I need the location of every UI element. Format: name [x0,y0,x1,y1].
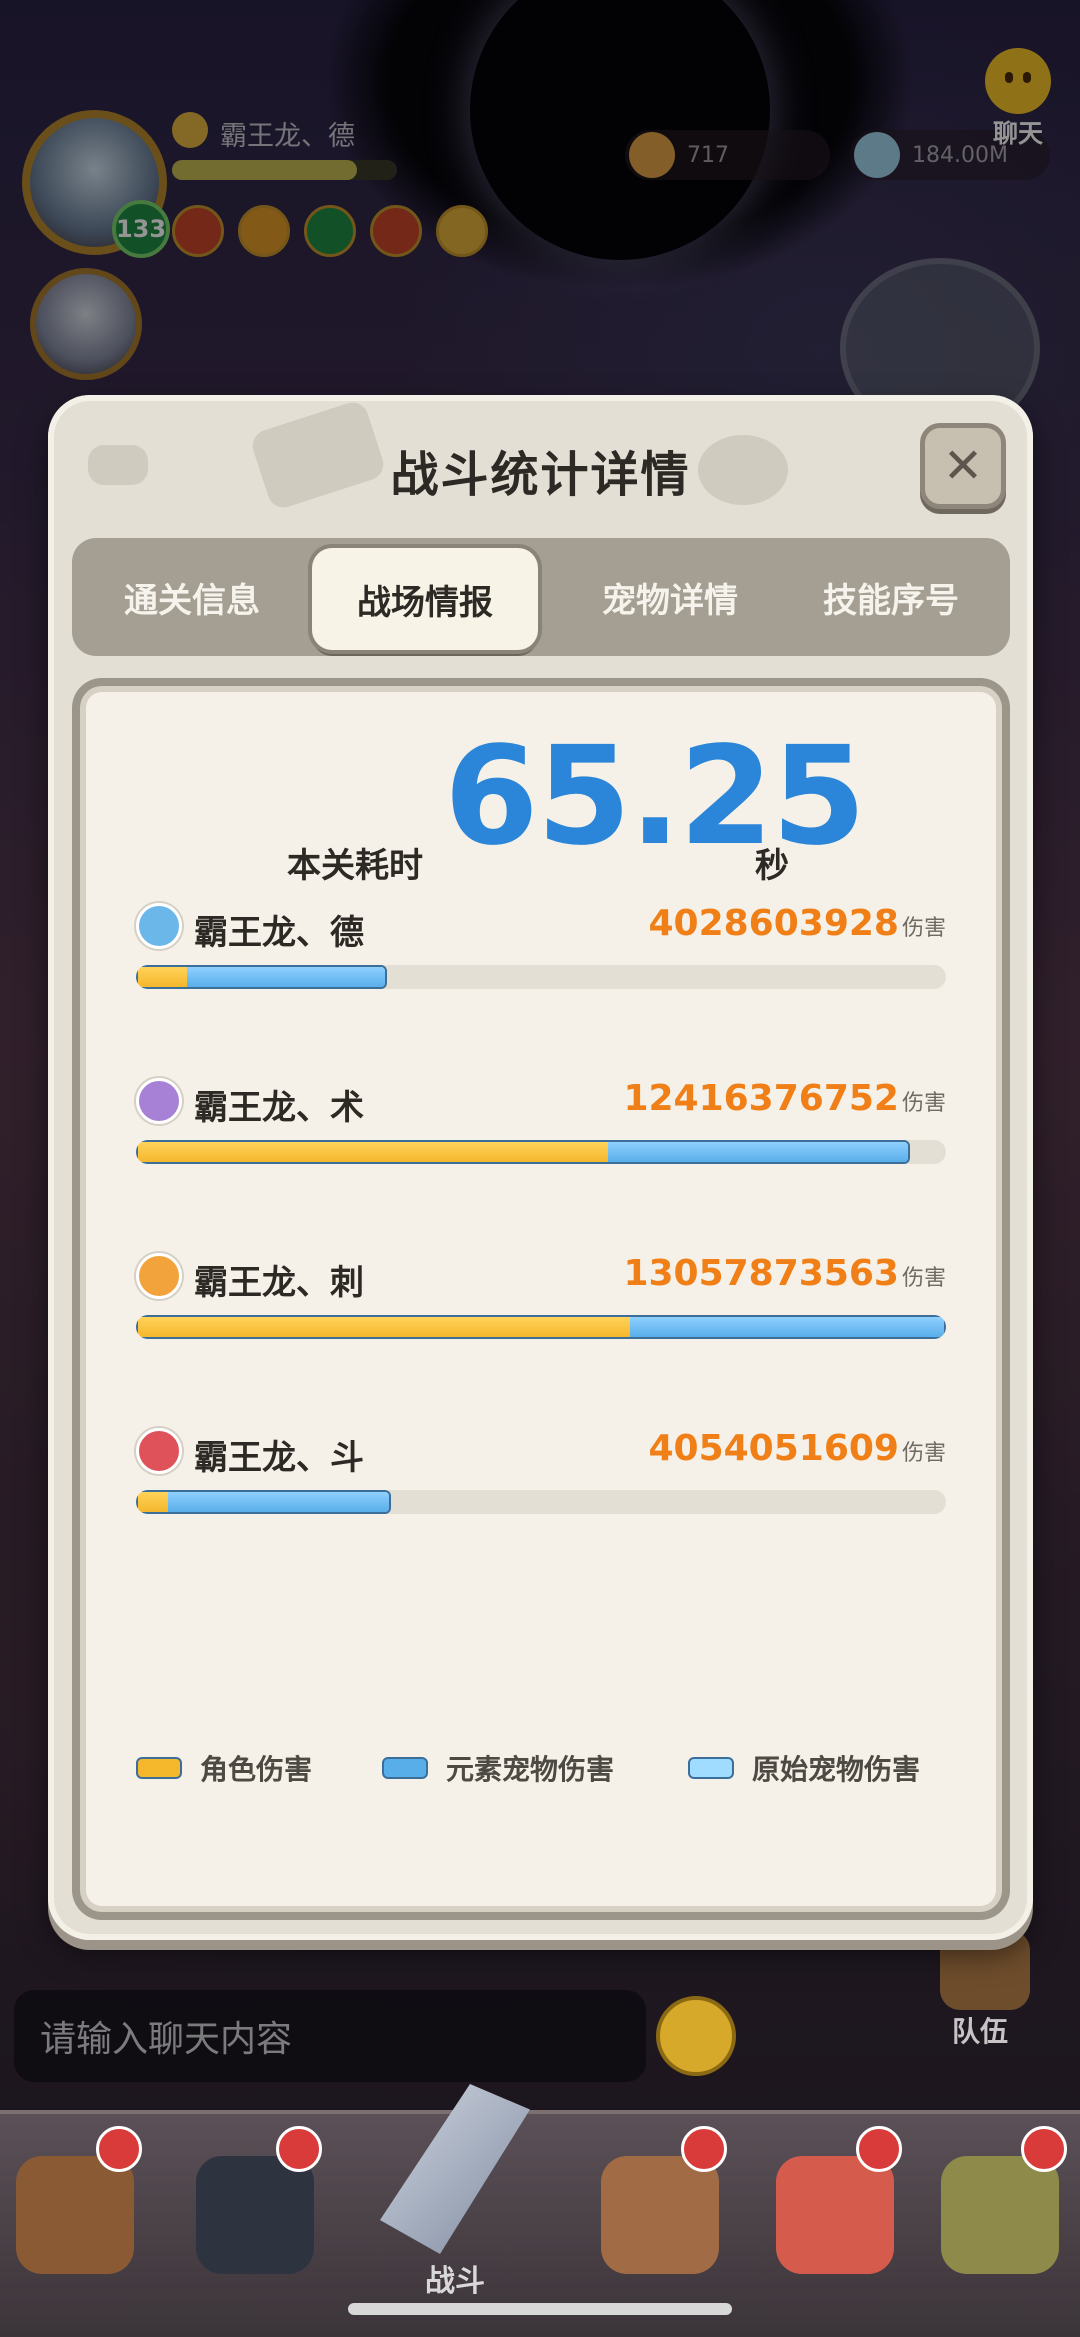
damage-bar-track [136,965,946,989]
modal-title: 战斗统计详情 [390,447,691,503]
damage-bar [136,1490,391,1514]
character-damage-segment [138,967,188,987]
emoji-button[interactable] [656,1996,736,2076]
hero-name: 霸王龙、德 [194,913,364,953]
tab-bar: 通关信息 战场情报 宠物详情 技能序号 [72,538,1010,656]
nav-hero[interactable] [180,2126,330,2306]
damage-value: 12416376752 [623,1078,899,1119]
tab-pet-details[interactable]: 宠物详情 [550,538,790,656]
nav-dwarf[interactable] [585,2126,735,2306]
sword-icon [380,2084,530,2254]
battle-stats-modal: 战斗统计详情 ✕ 通关信息 战场情报 宠物详情 技能序号 本关耗时 65.25 … [48,395,1033,1940]
element-pet-damage-segment [168,1492,389,1512]
character-damage-segment [138,1492,169,1512]
damage-bar [136,1315,946,1339]
legend-swatch [382,1757,428,1779]
fire-element-icon [136,1253,182,1299]
element-pet-damage-segment [629,1317,944,1337]
cat-portrait-icon [776,2156,894,2274]
bear-portrait-icon [16,2156,134,2274]
nav-pet-bear[interactable] [0,2126,150,2306]
close-button[interactable]: ✕ [920,423,1006,509]
nav-pet-cat[interactable] [760,2126,910,2306]
time-unit: 秒 [755,846,789,886]
tab-skill-order[interactable]: 技能序号 [772,538,1010,656]
damage-bar-track [136,1315,946,1339]
hero-damage-row: 霸王龙、刺 13057873563 伤害 [136,1253,946,1373]
damage-value: 4028603928 [648,903,899,944]
legend-original-pet-damage: 原始宠物伤害 [688,1748,920,1788]
legend-character-damage: 角色伤害 [136,1748,312,1788]
totem-portrait-icon [941,2156,1059,2274]
blood-element-icon [136,1428,182,1474]
hero-damage-row: 霸王龙、斗 4054051609 伤害 [136,1428,946,1548]
element-pet-damage-segment [187,967,385,987]
hero-name: 霸王龙、刺 [194,1263,364,1303]
hero-name: 霸王龙、术 [194,1088,364,1128]
hero-name: 霸王龙、斗 [194,1438,364,1478]
water-element-icon [136,903,182,949]
damage-unit: 伤害 [901,1266,946,1291]
team-label[interactable]: 队伍 [952,2010,1008,2050]
hero-damage-row: 霸王龙、德 4028603928 伤害 [136,903,946,1023]
dwarf-portrait-icon [601,2156,719,2274]
character-damage-segment [138,1317,630,1337]
arcane-element-icon [136,1078,182,1124]
notification-bell-icon [96,2126,142,2172]
hero-damage: 13057873563 伤害 [623,1253,946,1294]
legend-swatch [688,1757,734,1779]
damage-value: 13057873563 [623,1253,899,1294]
team-icon[interactable] [940,1930,1030,2010]
clear-time: 本关耗时 65.25 秒 [72,718,1010,886]
tab-clear-info[interactable]: 通关信息 [72,538,312,656]
damage-bar [136,965,387,989]
time-label: 本关耗时 [287,846,423,886]
legend-swatch [136,1757,182,1779]
tab-battle-intel[interactable]: 战场情报 [312,548,538,650]
notification-bell-icon [276,2126,322,2172]
character-damage-segment [138,1142,608,1162]
damage-bar-track [136,1490,946,1514]
hero-damage: 4028603928 伤害 [648,903,946,944]
home-indicator[interactable] [348,2303,732,2315]
notification-bell-icon [856,2126,902,2172]
time-value: 65.25 [444,718,866,876]
nav-totem[interactable] [925,2126,1075,2306]
damage-bar [136,1140,910,1164]
damage-unit: 伤害 [901,1091,946,1116]
notification-bell-icon [1021,2126,1067,2172]
element-pet-damage-segment [607,1142,908,1162]
nav-battle[interactable]: 战斗 [335,2074,575,2334]
stats-panel: 本关耗时 65.25 秒 霸王龙、德 4028603928 伤害 霸王龙、术 1… [72,678,1010,1920]
hero-portrait-icon [196,2156,314,2274]
damage-value: 4054051609 [648,1428,899,1469]
notification-bell-icon [681,2126,727,2172]
hero-damage-row: 霸王龙、术 12416376752 伤害 [136,1078,946,1198]
close-icon: ✕ [942,438,984,494]
chat-input[interactable]: 请输入聊天内容 [14,1990,646,2082]
damage-unit: 伤害 [901,916,946,941]
hero-damage: 12416376752 伤害 [623,1078,946,1119]
hero-damage: 4054051609 伤害 [648,1428,946,1469]
damage-unit: 伤害 [901,1441,946,1466]
legend-element-pet-damage: 元素宠物伤害 [382,1748,614,1788]
damage-bar-track [136,1140,946,1164]
